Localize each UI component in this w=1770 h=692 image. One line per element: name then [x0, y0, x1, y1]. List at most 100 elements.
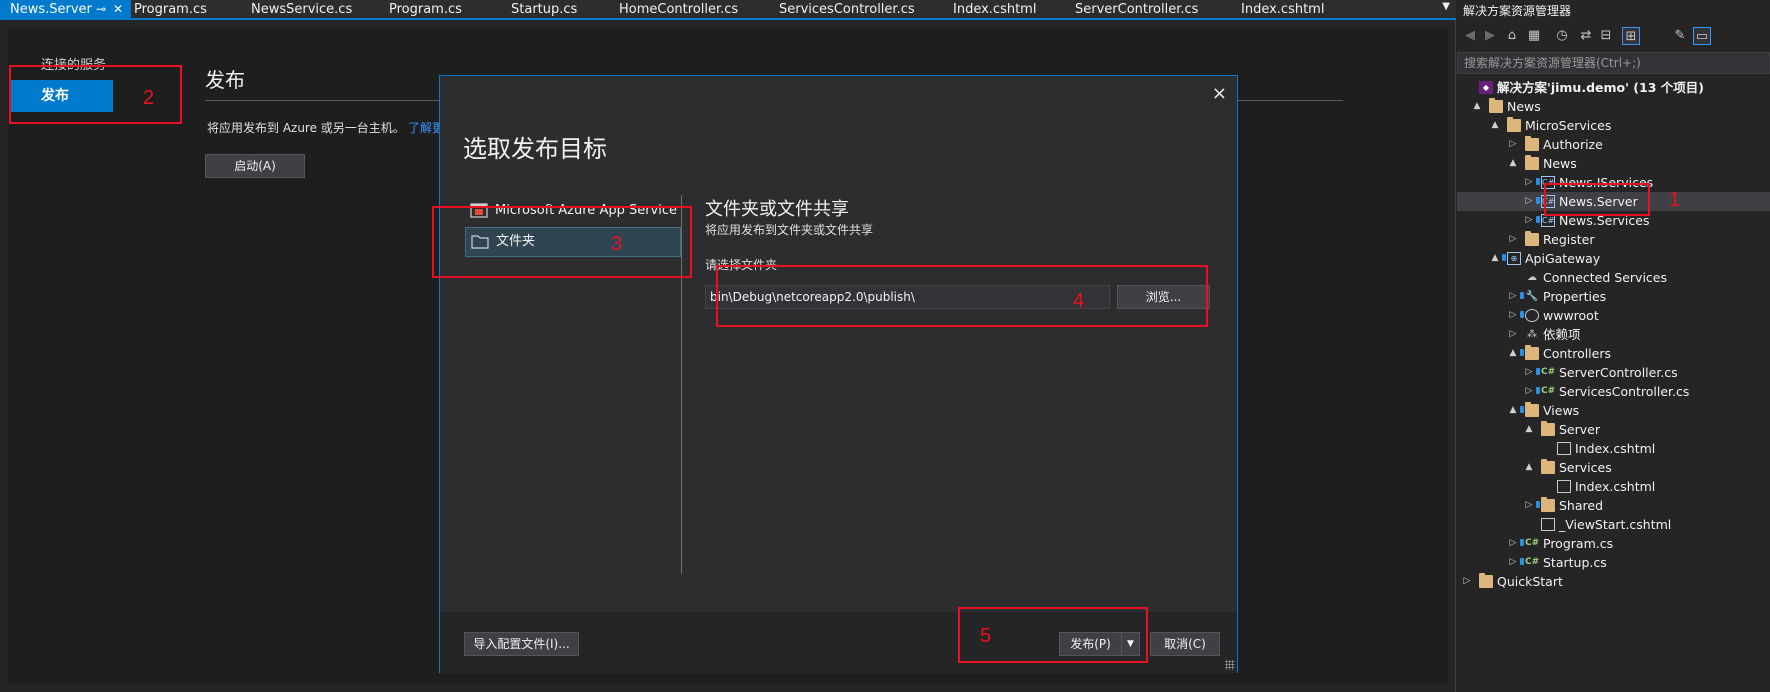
collapsed-arrow-icon[interactable]: ▷: [1507, 306, 1519, 325]
tree-item-label: 依赖项: [1543, 327, 1581, 342]
dependencies-icon: ⁂: [1527, 329, 1537, 340]
tree-item-label: MicroServices: [1525, 118, 1612, 133]
tree-item-label: Startup.cs: [1543, 555, 1607, 570]
switch-views-icon[interactable]: ▦: [1525, 27, 1543, 45]
close-icon[interactable]: ×: [1212, 83, 1227, 104]
expanded-arrow-icon[interactable]: ▲: [1507, 344, 1519, 363]
collapsed-arrow-icon[interactable]: ▷: [1507, 230, 1519, 249]
back-icon[interactable]: ◀: [1461, 27, 1479, 45]
lock-icon: [1520, 406, 1524, 413]
collapsed-arrow-icon[interactable]: ▷: [1507, 534, 1519, 553]
collapsed-arrow-icon[interactable]: ▷: [1523, 192, 1535, 211]
tab-servicescontroller-cs[interactable]: ServicesController.cs: [779, 0, 915, 20]
tab-servercontroller-cs[interactable]: ServerController.cs: [1075, 0, 1198, 20]
collapsed-arrow-icon[interactable]: ▷: [1507, 135, 1519, 154]
pin-icon[interactable]: ⊸: [96, 0, 106, 19]
preview-icon[interactable]: ▭: [1693, 27, 1711, 45]
tree-item[interactable]: ☁ Connected Services: [1457, 268, 1770, 287]
expanded-arrow-icon[interactable]: ▲: [1523, 420, 1535, 439]
tree-item-label: ServerController.cs: [1559, 365, 1678, 380]
collapsed-arrow-icon[interactable]: ▷: [1523, 173, 1535, 192]
history-icon[interactable]: ◷: [1553, 27, 1571, 45]
tree-item[interactable]: ▷ ⁂ 依赖项: [1457, 325, 1770, 344]
close-icon[interactable]: ✕: [113, 0, 123, 19]
forward-icon[interactable]: ▶: [1481, 27, 1499, 45]
collapsed-arrow-icon[interactable]: ▷: [1461, 572, 1473, 591]
tree-item-label: ApiGateway: [1525, 251, 1601, 266]
tab-index-cshtml-2[interactable]: Index.cshtml: [1241, 0, 1324, 20]
tree-item[interactable]: _ViewStart.cshtml: [1457, 515, 1770, 534]
tree-item[interactable]: ▲ News: [1457, 97, 1770, 116]
tab-index-cshtml[interactable]: Index.cshtml: [953, 0, 1036, 20]
sync-icon[interactable]: ⇄: [1577, 27, 1595, 45]
annotation-box-1: [1544, 183, 1650, 216]
tree-item-label: News: [1507, 99, 1541, 114]
tree-item[interactable]: ▲ Controllers: [1457, 344, 1770, 363]
tree-item[interactable]: ▲ Views: [1457, 401, 1770, 420]
tab-news-server[interactable]: News.Server ⊸ ✕: [0, 0, 131, 20]
tree-item[interactable]: ▲ ⊕ ApiGateway: [1457, 249, 1770, 268]
tree-item[interactable]: ▲ MicroServices: [1457, 116, 1770, 135]
tree-item-label: Shared: [1559, 498, 1604, 513]
expanded-arrow-icon[interactable]: ▲: [1471, 97, 1483, 116]
cancel-button[interactable]: 取消(C): [1150, 632, 1220, 656]
annotation-number-3: 3: [611, 233, 623, 255]
collapsed-arrow-icon[interactable]: ▷: [1523, 211, 1535, 230]
collapsed-arrow-icon[interactable]: ▷: [1523, 496, 1535, 515]
folder-icon: [1525, 231, 1539, 246]
expanded-arrow-icon[interactable]: ▲: [1507, 401, 1519, 420]
tree-item-label: Services: [1559, 460, 1612, 475]
tree-item[interactable]: ▷ wwwroot: [1457, 306, 1770, 325]
show-all-files-icon[interactable]: ⊞: [1622, 27, 1640, 45]
collapse-all-icon[interactable]: ⊟: [1597, 27, 1615, 45]
tree-item[interactable]: ▷ C# ServicesController.cs: [1457, 382, 1770, 401]
expanded-arrow-icon[interactable]: ▲: [1489, 116, 1501, 135]
lock-icon: [1520, 558, 1524, 565]
tree-item[interactable]: ▷ C# Startup.cs: [1457, 553, 1770, 572]
explorer-search-input[interactable]: 搜索解决方案资源管理器(Ctrl+;): [1457, 52, 1770, 74]
tree-item[interactable]: ▷ Authorize: [1457, 135, 1770, 154]
tree-item[interactable]: ▲ Server: [1457, 420, 1770, 439]
page-title: 发布: [205, 68, 245, 92]
explorer-toolbar: ◀ ▶ ⌂ ▦ ◷ ⇄ ⊟ ⊞ ✎ ▭: [1457, 22, 1770, 50]
tab-startup-cs[interactable]: Startup.cs: [511, 0, 577, 20]
tree-item[interactable]: Index.cshtml: [1457, 477, 1770, 496]
expanded-arrow-icon[interactable]: ▲: [1523, 458, 1535, 477]
tree-item-label: Views: [1543, 403, 1580, 418]
tree-item-label: Connected Services: [1543, 270, 1667, 285]
tree-item[interactable]: ▷ C# Program.cs: [1457, 534, 1770, 553]
collapsed-arrow-icon[interactable]: ▷: [1507, 287, 1519, 306]
tab-program-cs[interactable]: Program.cs: [134, 0, 207, 20]
import-profile-button[interactable]: 导入配置文件(I)...: [464, 632, 579, 656]
resize-grip[interactable]: [1225, 660, 1235, 670]
tree-item[interactable]: Index.cshtml: [1457, 439, 1770, 458]
tree-item[interactable]: ▷ Shared: [1457, 496, 1770, 515]
home-icon[interactable]: ⌂: [1503, 27, 1521, 45]
tab-newsservice-cs[interactable]: NewsService.cs: [251, 0, 352, 20]
collapsed-arrow-icon[interactable]: ▷: [1507, 553, 1519, 572]
annotation-number-1: 1: [1669, 189, 1681, 211]
tab-program-cs-2[interactable]: Program.cs: [389, 0, 462, 20]
collapsed-arrow-icon[interactable]: ▷: [1523, 363, 1535, 382]
annotation-box-4: [716, 265, 1208, 327]
collapsed-arrow-icon[interactable]: ▷: [1523, 382, 1535, 401]
tree-item[interactable]: ▷ 🔧 Properties: [1457, 287, 1770, 306]
tree-item[interactable]: ▲ News: [1457, 154, 1770, 173]
tree-item-label: Index.cshtml: [1575, 479, 1656, 494]
pick-publish-target-dialog: × 选取发布目标 Microsoft Azure App Service 文件夹…: [439, 75, 1238, 673]
tab-homecontroller-cs[interactable]: HomeController.cs: [619, 0, 738, 20]
tab-overflow-dropdown-icon[interactable]: ▼: [1442, 1, 1450, 12]
lock-icon: [1536, 178, 1540, 185]
tree-item[interactable]: ◆ 解决方案'jimu.demo' (13 个项目): [1457, 78, 1770, 97]
tree-item[interactable]: ▷ QuickStart: [1457, 572, 1770, 591]
collapsed-arrow-icon[interactable]: ▷: [1507, 325, 1519, 344]
tree-item[interactable]: ▲ Services: [1457, 458, 1770, 477]
expanded-arrow-icon[interactable]: ▲: [1489, 249, 1501, 268]
expanded-arrow-icon[interactable]: ▲: [1507, 154, 1519, 173]
tree-item[interactable]: ▷ C# ServerController.cs: [1457, 363, 1770, 382]
properties-wrench-icon[interactable]: ✎: [1671, 27, 1689, 45]
lock-icon: [1536, 387, 1540, 394]
tree-item-label: Authorize: [1543, 137, 1603, 152]
start-button[interactable]: 启动(A): [205, 154, 305, 178]
tree-item[interactable]: ▷ Register: [1457, 230, 1770, 249]
